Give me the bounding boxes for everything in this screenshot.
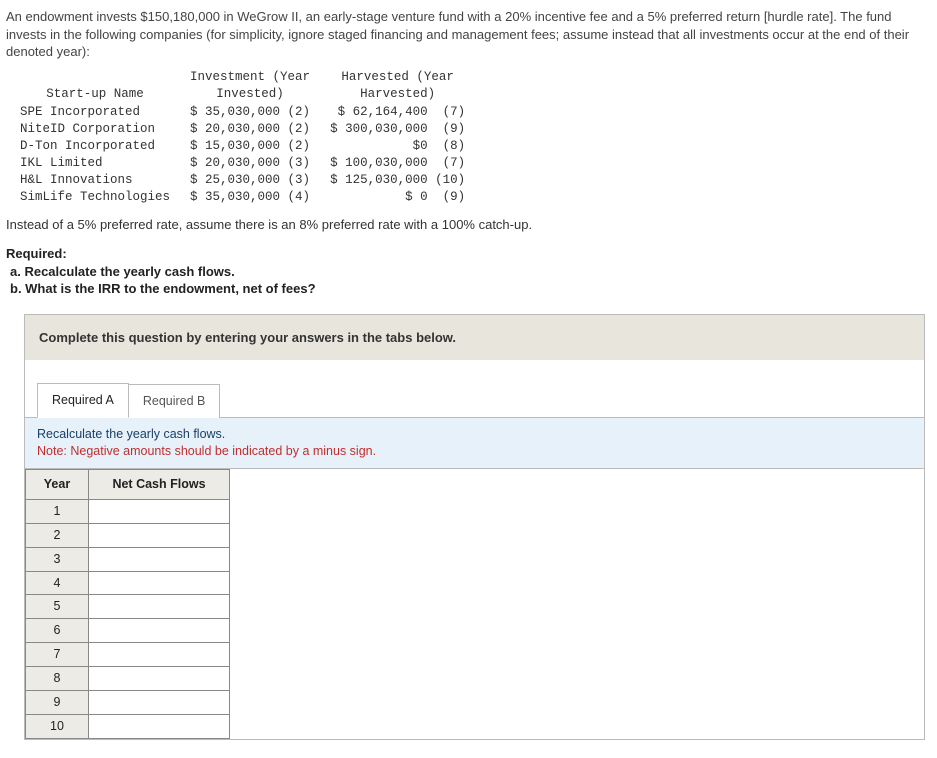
prompt-strip: Recalculate the yearly cash flows. Note:… (25, 418, 924, 469)
net-cash-flow-cell (89, 499, 230, 523)
table-row: 5 (26, 595, 230, 619)
startup-name: IKL Limited (10, 155, 180, 172)
year-cell: 3 (26, 547, 89, 571)
year-cell: 6 (26, 619, 89, 643)
instruction-bar: Complete this question by entering your … (25, 315, 924, 361)
net-cash-flow-cell (89, 571, 230, 595)
year-cell: 2 (26, 523, 89, 547)
net-cash-flow-input[interactable] (89, 525, 229, 545)
harvested-cell: $0 (8) (320, 138, 475, 155)
table-row: 4 (26, 571, 230, 595)
startup-name: SimLife Technologies (10, 189, 180, 206)
prompt-line1: Recalculate the yearly cash flows. (37, 427, 225, 441)
table-row: 9 (26, 690, 230, 714)
net-cash-flow-cell (89, 595, 230, 619)
tab-body: Recalculate the yearly cash flows. Note:… (25, 417, 924, 738)
net-cash-flow-input[interactable] (89, 692, 229, 712)
startup-name: H&L Innovations (10, 172, 180, 189)
net-cash-flow-input[interactable] (89, 645, 229, 665)
investment-cell: $ 20,030,000 (3) (180, 155, 320, 172)
table-row: 7 (26, 643, 230, 667)
table-row: 2 (26, 523, 230, 547)
intro-text: An endowment invests $150,180,000 in WeG… (6, 8, 931, 61)
net-cash-flow-cell (89, 643, 230, 667)
net-cash-flow-cell (89, 667, 230, 691)
year-cell: 9 (26, 690, 89, 714)
col-header-harvested: Harvested (Year Harvested) (320, 69, 475, 105)
harvested-cell: $ 100,030,000 (7) (320, 155, 475, 172)
year-cell: 5 (26, 595, 89, 619)
prompt-note: Note: Negative amounts should be indicat… (37, 444, 376, 458)
startup-name: D-Ton Incorporated (10, 138, 180, 155)
harvested-cell: $ 125,030,000 (10) (320, 172, 475, 189)
net-cash-flow-cell (89, 690, 230, 714)
col-header-investment: Investment (Year Invested) (180, 69, 320, 105)
investment-cell: $ 20,030,000 (2) (180, 121, 320, 138)
investment-cell: $ 15,030,000 (2) (180, 138, 320, 155)
startup-name: NiteID Corporation (10, 121, 180, 138)
net-cash-flow-cell (89, 547, 230, 571)
required-a-text: a. Recalculate the yearly cash flows. (10, 264, 235, 279)
harvested-cell: $ 300,030,000 (9) (320, 121, 475, 138)
year-cell: 8 (26, 667, 89, 691)
net-cash-flow-cell (89, 523, 230, 547)
cf-header-year: Year (26, 470, 89, 500)
net-cash-flow-input[interactable] (89, 621, 229, 641)
investment-cell: $ 35,030,000 (4) (180, 189, 320, 206)
net-cash-flow-input[interactable] (89, 501, 229, 521)
net-cash-flow-input[interactable] (89, 716, 229, 736)
cashflow-table-wrap: Year Net Cash Flows 12345678910 (25, 469, 924, 739)
cf-header-ncf: Net Cash Flows (89, 470, 230, 500)
table-row: H&L Innovations$ 25,030,000 (3)$ 125,030… (10, 172, 475, 189)
table-row: IKL Limited$ 20,030,000 (3)$ 100,030,000… (10, 155, 475, 172)
table-row: 10 (26, 714, 230, 738)
modifier-text: Instead of a 5% preferred rate, assume t… (6, 216, 931, 234)
required-heading: Required: (6, 246, 67, 261)
table-row: 1 (26, 499, 230, 523)
year-cell: 10 (26, 714, 89, 738)
required-block: Required: a. Recalculate the yearly cash… (6, 245, 931, 298)
net-cash-flow-input[interactable] (89, 549, 229, 569)
net-cash-flow-input[interactable] (89, 668, 229, 688)
tabs-row: Required A Required B (25, 360, 924, 417)
net-cash-flow-cell (89, 619, 230, 643)
year-cell: 7 (26, 643, 89, 667)
table-row: SPE Incorporated$ 35,030,000 (2)$ 62,164… (10, 104, 475, 121)
table-row: SimLife Technologies$ 35,030,000 (4)$ 0 … (10, 189, 475, 206)
cashflow-table: Year Net Cash Flows 12345678910 (25, 469, 230, 739)
table-row: 3 (26, 547, 230, 571)
tab-required-a[interactable]: Required A (37, 383, 129, 418)
col-header-name: Start-up Name (10, 69, 180, 105)
tab-required-b[interactable]: Required B (128, 384, 221, 418)
investment-cell: $ 25,030,000 (3) (180, 172, 320, 189)
table-row: 6 (26, 619, 230, 643)
answer-panel: Complete this question by entering your … (24, 314, 925, 740)
startup-table-wrap: Start-up Name Investment (Year Invested)… (10, 69, 931, 206)
investment-cell: $ 35,030,000 (2) (180, 104, 320, 121)
startup-table: Start-up Name Investment (Year Invested)… (10, 69, 475, 206)
required-b-text: b. What is the IRR to the endowment, net… (10, 281, 316, 296)
startup-name: SPE Incorporated (10, 104, 180, 121)
required-b: b. What is the IRR to the endowment, net… (10, 281, 316, 296)
year-cell: 1 (26, 499, 89, 523)
required-a: a. Recalculate the yearly cash flows. (10, 264, 235, 279)
table-row: 8 (26, 667, 230, 691)
table-row: D-Ton Incorporated$ 15,030,000 (2)$0 (8) (10, 138, 475, 155)
net-cash-flow-input[interactable] (89, 573, 229, 593)
net-cash-flow-cell (89, 714, 230, 738)
table-row: NiteID Corporation$ 20,030,000 (2)$ 300,… (10, 121, 475, 138)
harvested-cell: $ 0 (9) (320, 189, 475, 206)
net-cash-flow-input[interactable] (89, 597, 229, 617)
year-cell: 4 (26, 571, 89, 595)
harvested-cell: $ 62,164,400 (7) (320, 104, 475, 121)
